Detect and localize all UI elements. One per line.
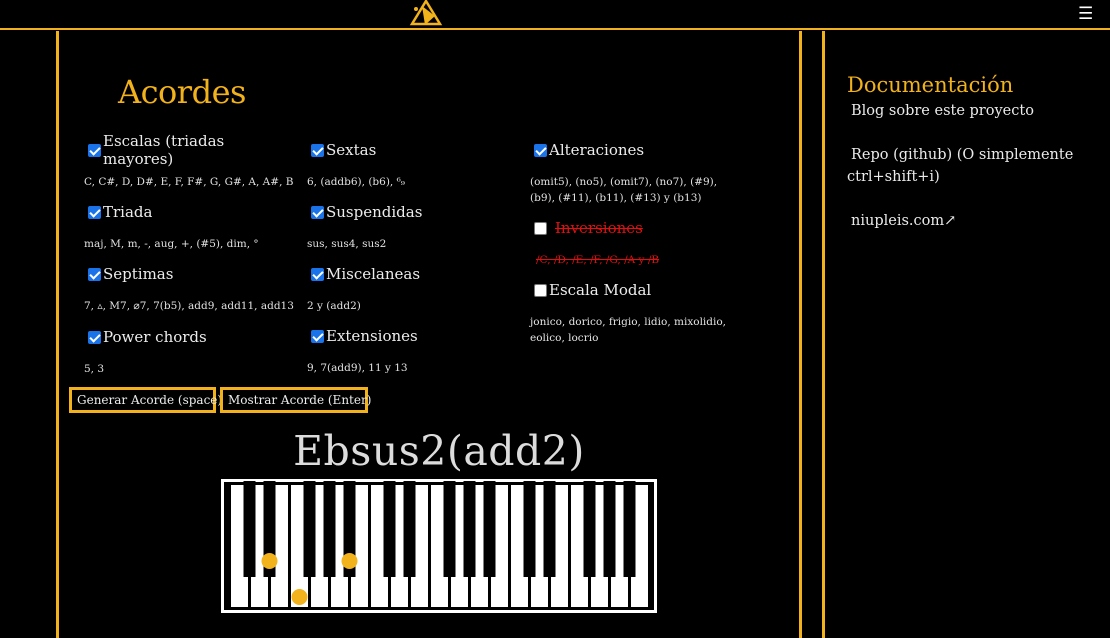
- triada-checkbox[interactable]: [88, 205, 101, 219]
- blog-link[interactable]: Blog sobre este proyecto: [851, 100, 1091, 122]
- option-septimas-desc: 7, ▵, M7, ⌀7, 7(b5), add9, add11, add13: [84, 298, 299, 314]
- highlight-dot-Eb: [261, 553, 278, 569]
- left-divider: [56, 31, 59, 638]
- miscelaneas-desc: 2 y (add2): [307, 300, 361, 312]
- inversiones-checkbox[interactable]: [534, 221, 547, 235]
- sidebar-divider: [822, 31, 825, 638]
- black-key-Eb2[interactable]: [543, 481, 556, 577]
- option-escalas: Escalas (triadas mayores): [88, 132, 298, 168]
- option-suspendidas: Suspendidas: [311, 202, 511, 222]
- black-key-Bb1[interactable]: [483, 481, 496, 577]
- escalas-desc: C, C#, D, D#, E, F, F#, G, G#, A, A#, B: [84, 176, 294, 188]
- option-inversiones: Inversiones: [534, 218, 734, 238]
- piano-keyboard: [221, 479, 657, 613]
- option-suspendidas-desc: sus, sus4, sus2: [307, 236, 507, 252]
- septimas-desc: 7, ▵, M7, ⌀7, 7(b5), add9, add11, add13: [84, 300, 294, 312]
- option-escalas-desc: C, C#, D, D#, E, F, F#, G, G#, A, A#, B: [84, 174, 299, 190]
- miscelaneas-checkbox[interactable]: [311, 267, 324, 281]
- option-septimas: Septimas: [88, 264, 298, 284]
- sextas-checkbox[interactable]: [311, 143, 324, 157]
- alteraciones-label: Alteraciones: [549, 141, 645, 159]
- chord-name: Ebsus2(add2): [293, 427, 585, 475]
- suspendidas-desc: sus, sus4, sus2: [307, 238, 387, 250]
- repo-link[interactable]: Repo (github) (O simplemente ctrl+shift+…: [847, 144, 1087, 188]
- option-sextas-desc: 6, (addb6), (b6), ⁶₉: [307, 174, 507, 190]
- alteraciones-checkbox[interactable]: [534, 143, 547, 157]
- black-key-Ab0[interactable]: [323, 481, 336, 577]
- black-key-Gb2[interactable]: [583, 481, 596, 577]
- option-modal: Escala Modal: [534, 280, 734, 300]
- black-key-Db0[interactable]: [243, 481, 256, 577]
- middle-divider: [799, 31, 802, 638]
- sextas-label: Sextas: [326, 141, 377, 159]
- inversiones-desc: /C, /D, /E, /F, /G, /A y /B: [536, 254, 660, 266]
- option-alteraciones: Alteraciones: [534, 140, 734, 160]
- power-desc: 5, 3: [84, 363, 105, 375]
- option-miscelaneas: Miscelaneas: [311, 264, 511, 284]
- black-key-Gb1[interactable]: [443, 481, 456, 577]
- suspendidas-label: Suspendidas: [326, 203, 423, 221]
- top-bar: ☰: [0, 0, 1110, 30]
- black-key-Bb2[interactable]: [623, 481, 636, 577]
- escalas-label: Escalas (triadas mayores): [103, 132, 225, 168]
- triada-desc: maj, M, m, -, aug, +, (#5), dim, °: [84, 238, 259, 250]
- inversiones-label: Inversiones: [555, 219, 643, 237]
- black-key-Db2[interactable]: [523, 481, 536, 577]
- extensiones-label: Extensiones: [326, 327, 418, 345]
- generate-chord-button[interactable]: Generar Acorde (space): [69, 387, 222, 413]
- alteraciones-desc: (omit5), (no5), (omit7), (no7), (#9), (b…: [530, 176, 718, 204]
- black-key-Ab2[interactable]: [603, 481, 616, 577]
- extensiones-checkbox[interactable]: [311, 329, 324, 343]
- highlight-dot-Bb: [341, 553, 358, 569]
- black-key-Ab1[interactable]: [463, 481, 476, 577]
- highlight-dot-F: [291, 589, 308, 605]
- option-triada: Triada: [88, 202, 298, 222]
- triangle-logo-icon[interactable]: [409, 0, 443, 28]
- modal-desc: jonico, dorico, frigio, lidio, mixolidio…: [530, 316, 727, 344]
- hamburger-menu-icon[interactable]: ☰: [1078, 4, 1093, 24]
- option-miscelaneas-desc: 2 y (add2): [307, 298, 507, 314]
- triada-label: Triada: [103, 203, 153, 221]
- option-extensiones-desc: 9, 7(add9), 11 y 13: [307, 360, 507, 376]
- sextas-desc: 6, (addb6), (b6), ⁶₉: [307, 176, 406, 188]
- black-key-Gb0[interactable]: [303, 481, 316, 577]
- page-title: Acordes: [118, 73, 246, 111]
- option-modal-desc: jonico, dorico, frigio, lidio, mixolidio…: [530, 314, 730, 346]
- show-chord-button[interactable]: Mostrar Acorde (Enter): [220, 387, 371, 413]
- option-sextas: Sextas: [311, 140, 511, 160]
- option-power: Power chords: [88, 327, 298, 347]
- modal-label: Escala Modal: [549, 281, 652, 299]
- option-inversiones-desc: /C, /D, /E, /F, /G, /A y /B: [536, 252, 736, 268]
- septimas-checkbox[interactable]: [88, 267, 101, 281]
- option-power-desc: 5, 3: [84, 361, 299, 377]
- option-alteraciones-desc: (omit5), (no5), (omit7), (no7), (#9), (b…: [530, 174, 730, 206]
- power-label: Power chords: [103, 328, 207, 346]
- documentation-title: Documentación: [847, 73, 1014, 97]
- black-key-Eb1[interactable]: [403, 481, 416, 577]
- modal-checkbox[interactable]: [534, 283, 547, 297]
- extensiones-desc: 9, 7(add9), 11 y 13: [307, 362, 408, 374]
- option-extensiones: Extensiones: [311, 326, 511, 346]
- power-checkbox[interactable]: [88, 330, 101, 344]
- septimas-label: Septimas: [103, 265, 174, 283]
- escalas-checkbox[interactable]: [88, 143, 101, 157]
- black-key-Db1[interactable]: [383, 481, 396, 577]
- option-triada-desc: maj, M, m, -, aug, +, (#5), dim, °: [84, 236, 299, 252]
- site-link[interactable]: niupleis.com↗: [851, 210, 1091, 232]
- miscelaneas-label: Miscelaneas: [326, 265, 421, 283]
- suspendidas-checkbox[interactable]: [311, 205, 324, 219]
